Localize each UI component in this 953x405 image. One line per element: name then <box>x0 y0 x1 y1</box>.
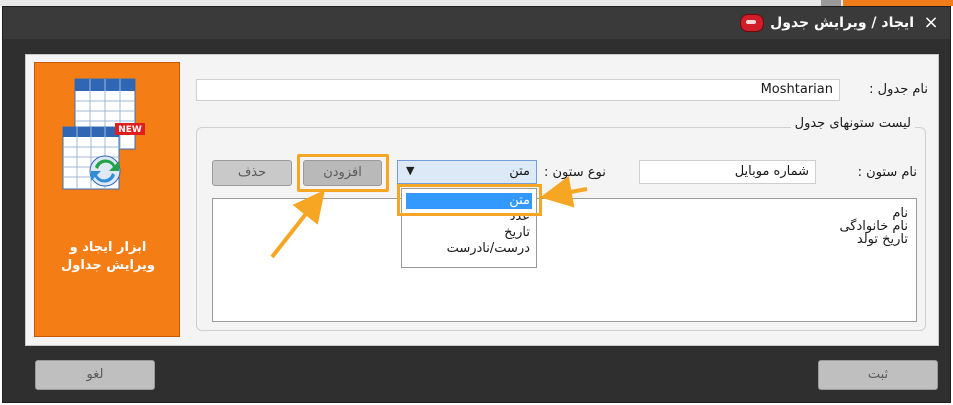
side-panel-caption: ابزار ایجاد و ویرایش جداول <box>61 240 155 273</box>
table-name-label: نام جدول : <box>869 82 928 97</box>
dropdown-arrow-icon[interactable]: ▼ <box>406 164 414 177</box>
column-type-value: متن <box>509 164 530 179</box>
table-name-input[interactable]: Moshtarian <box>196 79 840 101</box>
save-button[interactable]: ثبت <box>818 360 938 390</box>
column-type-select[interactable]: متن ▼ <box>397 160 537 184</box>
type-option-date[interactable]: تاریخ <box>406 225 532 241</box>
table-tool-icon: NEW <box>62 78 145 190</box>
column-name-input[interactable]: شماره موبایل <box>639 160 816 184</box>
cancel-button[interactable]: لغو <box>35 360 155 390</box>
side-panel: NEW ابزار ایجاد و ویرایش جداول <box>34 62 180 337</box>
new-badge: NEW <box>118 125 142 135</box>
add-button[interactable]: افزودن <box>303 160 382 186</box>
column-type-label: نوع ستون : <box>544 165 606 180</box>
window-title-text: ایجاد / ویرایش جدول <box>770 15 914 31</box>
columns-group-label: لیست ستونهای جدول <box>790 116 915 131</box>
delete-button[interactable]: حذف <box>212 160 292 186</box>
close-button[interactable]: × <box>921 13 941 33</box>
title-bar: ایجاد / ویرایش جدول × <box>3 7 950 39</box>
list-item[interactable]: تاریخ تولد <box>857 233 908 246</box>
app-icon <box>740 14 765 32</box>
columns-group: لیست ستونهای جدول نام ستون : شماره موبای… <box>196 116 926 331</box>
columns-list[interactable]: نام نام خانوادگی تاریخ تولد <box>212 198 917 322</box>
column-name-label: نام ستون : <box>857 165 917 180</box>
dialog-window: ایجاد / ویرایش جدول × NEW ابزار ایجاد و … <box>2 6 951 403</box>
window-title: ایجاد / ویرایش جدول <box>740 14 914 32</box>
dialog-content: NEW ابزار ایجاد و ویرایش جداول نام جدول … <box>25 54 939 346</box>
type-option-boolean[interactable]: درست/نادرست <box>406 241 532 257</box>
type-option-highlight <box>397 184 542 216</box>
